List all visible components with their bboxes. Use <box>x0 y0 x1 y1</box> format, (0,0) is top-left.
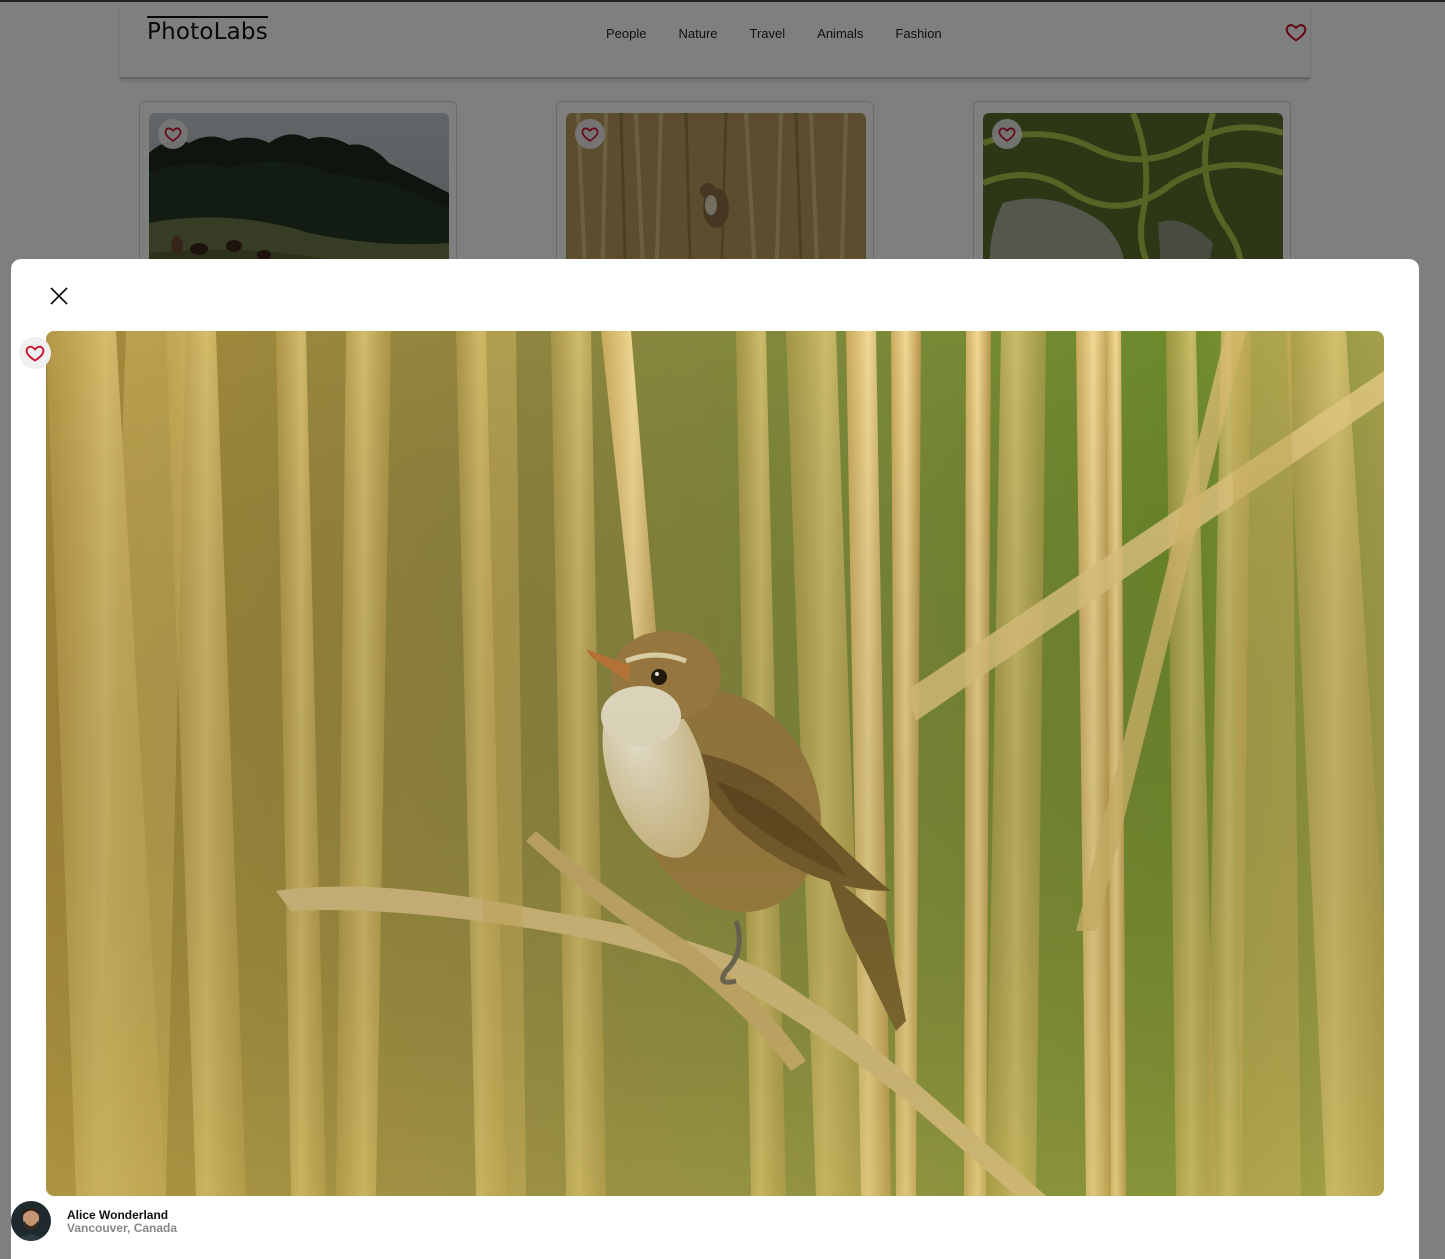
main-photo-bird-in-reeds <box>46 331 1384 1196</box>
close-icon[interactable] <box>47 284 71 308</box>
photographer-text: Alice Wonderland Vancouver, Canada <box>67 1208 177 1235</box>
photo-details-modal: Alice Wonderland Vancouver, Canada <box>11 259 1419 1259</box>
avatar <box>11 1201 51 1241</box>
photographer-name: Alice Wonderland <box>67 1207 169 1222</box>
modal-favorite-heart-icon[interactable] <box>19 337 51 369</box>
photographer-location: Vancouver, Canada <box>67 1220 178 1235</box>
app-page: PhotoLabs People Nature Travel Animals F… <box>0 0 1445 1259</box>
photographer-details: Alice Wonderland Vancouver, Canada <box>11 1201 177 1241</box>
